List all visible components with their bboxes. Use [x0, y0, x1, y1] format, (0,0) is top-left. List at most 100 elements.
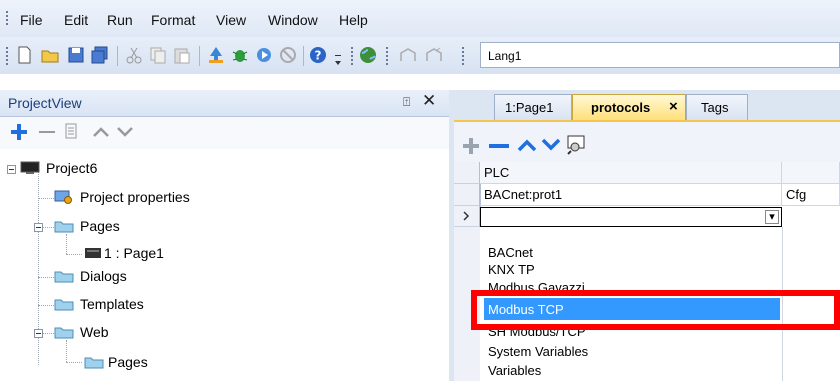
column-header-label: PLC: [484, 165, 510, 180]
column-header-cfg[interactable]: [782, 162, 840, 184]
toolbar-grip[interactable]: [6, 45, 9, 67]
tree-item-page1[interactable]: 1 : Page1: [104, 245, 164, 261]
save-icon[interactable]: [66, 45, 86, 65]
folder-icon: [54, 327, 74, 339]
redo-icon[interactable]: [424, 45, 444, 65]
menubar-grip[interactable]: [6, 9, 9, 27]
cell-value: BACnet:prot1: [484, 187, 563, 202]
tree-line: [38, 277, 54, 278]
project-view-header: ProjectView ⍐ ✕: [0, 90, 449, 117]
remove-icon[interactable]: [488, 137, 510, 155]
tree-item-web-pages[interactable]: Pages: [108, 354, 148, 370]
close-icon[interactable]: ✕: [422, 91, 436, 111]
row-header: [454, 184, 480, 206]
menu-view[interactable]: View: [216, 12, 246, 28]
collapse-toggle[interactable]: [34, 223, 43, 232]
toolbar-separator: [199, 46, 200, 66]
tab-close-icon[interactable]: ×: [669, 98, 678, 115]
add-icon[interactable]: [462, 137, 480, 155]
tree-item-web[interactable]: Web: [80, 324, 109, 340]
move-down-icon[interactable]: [116, 123, 134, 141]
tab-page1-label: 1:Page1: [505, 100, 554, 115]
project-view-title: ProjectView: [8, 95, 82, 111]
table-cell-plc[interactable]: BACnet:prot1: [480, 184, 782, 206]
toolbar-grip[interactable]: [386, 45, 389, 67]
tree-item-project[interactable]: Project6: [46, 160, 97, 176]
menu-window[interactable]: Window: [268, 12, 318, 28]
tab-protocols-label: protocols: [591, 100, 651, 115]
toolbar-separator: [117, 46, 118, 66]
option-bacnet[interactable]: BACnet: [488, 245, 533, 260]
move-up-icon[interactable]: [92, 123, 110, 141]
toolbar-grip[interactable]: [462, 45, 465, 67]
move-up-icon[interactable]: [516, 136, 538, 154]
move-down-icon[interactable]: [540, 135, 562, 153]
tab-protocols[interactable]: protocols ×: [572, 94, 686, 120]
tree-line: [66, 340, 67, 362]
toolbar: ? Lang1: [0, 37, 840, 74]
protocol-toolbar: [454, 122, 840, 162]
tab-tags-label: Tags: [701, 100, 729, 115]
option-knx-tp[interactable]: KNX TP: [488, 262, 535, 277]
annotation-highlight-box: [471, 290, 840, 330]
toolbar-grip[interactable]: [351, 45, 354, 67]
tree-line: [38, 305, 54, 306]
monitor-icon: [20, 161, 40, 174]
tree-item-dialogs[interactable]: Dialogs: [80, 268, 127, 284]
editor-tabstrip: 1:Page1 protocols × Tags: [454, 90, 840, 122]
chevron-down-icon[interactable]: ▾: [765, 210, 779, 224]
language-selector[interactable]: Lang1: [480, 42, 840, 68]
play-icon[interactable]: [254, 45, 274, 65]
copy-icon[interactable]: [148, 45, 168, 65]
menu-run[interactable]: Run: [107, 12, 133, 28]
row-header: [454, 162, 480, 184]
protocol-dropdown[interactable]: ▾: [480, 207, 782, 227]
properties-icon[interactable]: [64, 122, 82, 140]
tree-item-project-properties[interactable]: Project properties: [80, 189, 190, 205]
tab-tags[interactable]: Tags: [686, 94, 748, 120]
run-icon[interactable]: [206, 45, 226, 65]
debug-icon[interactable]: [230, 45, 250, 65]
folder-icon: [54, 299, 74, 311]
stop-icon[interactable]: [278, 45, 298, 65]
paste-icon[interactable]: [172, 45, 192, 65]
row-header-current: [454, 206, 480, 227]
menu-help[interactable]: Help: [339, 12, 368, 28]
new-icon[interactable]: [14, 45, 34, 65]
column-header-plc[interactable]: PLC: [480, 162, 782, 184]
folder-icon: [54, 221, 74, 233]
tree-item-templates[interactable]: Templates: [80, 296, 144, 312]
toolbar-overflow-icon[interactable]: [332, 49, 344, 67]
folder-icon: [54, 271, 74, 283]
configure-icon[interactable]: [566, 135, 588, 155]
option-variables[interactable]: Variables: [488, 363, 541, 378]
project-tree: Project6 Project properties Pages 1 : Pa…: [0, 150, 449, 381]
current-row-icon: [463, 211, 470, 221]
option-system-variables[interactable]: System Variables: [488, 344, 588, 359]
globe-icon[interactable]: [358, 45, 378, 65]
collapse-toggle[interactable]: [7, 165, 16, 174]
tab-page1[interactable]: 1:Page1: [494, 94, 572, 120]
save-all-icon[interactable]: [90, 45, 110, 65]
menu-file[interactable]: File: [20, 12, 43, 28]
folder-icon: [84, 357, 104, 369]
menu-edit[interactable]: Edit: [64, 12, 88, 28]
table-cell-cfg[interactable]: Cfg: [782, 184, 840, 206]
svg-text:?: ?: [315, 49, 322, 63]
collapse-toggle[interactable]: [34, 329, 43, 338]
settings-icon: [54, 190, 72, 204]
language-value: Lang1: [488, 49, 522, 63]
add-icon[interactable]: [10, 123, 28, 141]
tree-line: [66, 254, 82, 255]
remove-icon[interactable]: [38, 123, 56, 141]
pin-icon[interactable]: ⍐: [403, 95, 410, 110]
open-icon[interactable]: [40, 45, 60, 65]
undo-icon[interactable]: [398, 45, 418, 65]
menu-format[interactable]: Format: [151, 12, 195, 28]
tree-line: [38, 198, 54, 199]
help-icon[interactable]: ?: [308, 45, 328, 65]
page-icon: [85, 248, 101, 258]
toolbar-separator: [303, 46, 304, 66]
tree-item-pages[interactable]: Pages: [80, 218, 120, 234]
cut-icon[interactable]: [124, 45, 144, 65]
